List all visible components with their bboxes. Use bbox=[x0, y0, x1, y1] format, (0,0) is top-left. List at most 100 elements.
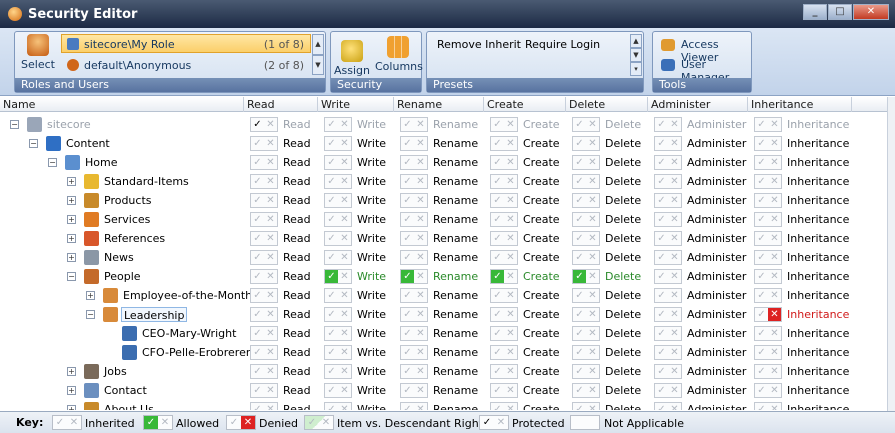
deny-toggle[interactable]: ✕ bbox=[586, 251, 599, 264]
permission-toggle[interactable]: ✓ ✕ bbox=[490, 155, 518, 170]
deny-toggle[interactable]: ✕ bbox=[504, 137, 517, 150]
deny-toggle[interactable]: ✕ bbox=[668, 175, 681, 188]
deny-toggle[interactable]: ✕ bbox=[668, 403, 681, 410]
permission-toggle[interactable]: ✓ ✕ bbox=[400, 250, 428, 265]
deny-toggle[interactable]: ✕ bbox=[586, 365, 599, 378]
deny-toggle[interactable]: ✕ bbox=[586, 403, 599, 410]
permission-toggle[interactable]: ✓ ✕ bbox=[490, 269, 518, 284]
columns-button[interactable]: Columns bbox=[375, 36, 423, 73]
allow-toggle[interactable]: ✓ bbox=[655, 308, 668, 321]
deny-toggle[interactable]: ✕ bbox=[586, 384, 599, 397]
permission-toggle[interactable]: ✓ ✕ bbox=[250, 193, 278, 208]
permission-toggle[interactable]: ✓ ✕ bbox=[654, 383, 682, 398]
allow-toggle[interactable]: ✓ bbox=[251, 251, 264, 264]
allow-toggle[interactable]: ✓ bbox=[251, 346, 264, 359]
permission-toggle[interactable]: ✓ ✕ bbox=[490, 136, 518, 151]
deny-toggle[interactable]: ✕ bbox=[668, 213, 681, 226]
allow-toggle[interactable]: ✓ bbox=[251, 403, 264, 410]
minimize-button[interactable]: _ bbox=[803, 4, 827, 20]
permission-toggle[interactable]: ✓ ✕ bbox=[400, 155, 428, 170]
permission-toggle[interactable]: ✓ ✕ bbox=[654, 288, 682, 303]
permission-toggle[interactable]: ✓ ✕ bbox=[572, 383, 600, 398]
permission-toggle[interactable]: ✓ ✕ bbox=[324, 250, 352, 265]
deny-toggle[interactable]: ✕ bbox=[338, 213, 351, 226]
allow-toggle[interactable]: ✓ bbox=[251, 232, 264, 245]
allow-toggle[interactable]: ✓ bbox=[655, 118, 668, 131]
permission-toggle[interactable]: ✓ ✕ bbox=[490, 307, 518, 322]
expand-icon[interactable]: + bbox=[67, 234, 76, 243]
allow-toggle[interactable]: ✓ bbox=[573, 118, 586, 131]
col-create[interactable]: Create bbox=[484, 97, 566, 112]
allow-toggle[interactable]: ✓ bbox=[401, 327, 414, 340]
allow-toggle[interactable]: ✓ bbox=[491, 346, 504, 359]
deny-toggle[interactable]: ✕ bbox=[586, 346, 599, 359]
permission-toggle[interactable]: ✓ ✕ bbox=[250, 402, 278, 410]
collapse-icon[interactable]: − bbox=[48, 158, 57, 167]
permission-toggle[interactable]: ✓ ✕ bbox=[572, 231, 600, 246]
expand-icon[interactable]: + bbox=[67, 215, 76, 224]
permission-toggle[interactable]: ✓ ✕ bbox=[324, 136, 352, 151]
tree-row[interactable]: + References ✓ ✕ Read ✓ ✕ Write ✓ ✕ Rename ✓ ✕ Create… bbox=[0, 229, 887, 248]
allow-toggle[interactable]: ✓ bbox=[655, 156, 668, 169]
permission-toggle[interactable]: ✓ ✕ bbox=[250, 212, 278, 227]
allow-toggle[interactable]: ✓ bbox=[655, 365, 668, 378]
collapse-icon[interactable]: − bbox=[10, 120, 19, 129]
remove-inherit-preset[interactable]: Remove Inherit bbox=[437, 38, 521, 51]
deny-toggle[interactable]: ✕ bbox=[264, 289, 277, 302]
permission-toggle[interactable]: ✓ ✕ bbox=[490, 174, 518, 189]
expand-icon[interactable]: + bbox=[67, 405, 76, 410]
col-inheritance[interactable]: Inheritance bbox=[748, 97, 852, 112]
permission-toggle[interactable]: ✓ ✕ bbox=[572, 212, 600, 227]
allow-toggle[interactable]: ✓ bbox=[655, 327, 668, 340]
permission-toggle[interactable]: ✓ ✕ bbox=[324, 345, 352, 360]
allow-toggle[interactable]: ✓ bbox=[755, 194, 768, 207]
tree-row[interactable]: − Home ✓ ✕ Read ✓ ✕ Write ✓ ✕ Rename ✓ ✕ Create ✓ ✕ Dele… bbox=[0, 153, 887, 172]
allow-toggle[interactable]: ✓ bbox=[573, 365, 586, 378]
permission-toggle[interactable]: ✓ ✕ bbox=[490, 345, 518, 360]
deny-toggle[interactable]: ✕ bbox=[264, 137, 277, 150]
allow-toggle[interactable]: ✓ bbox=[251, 137, 264, 150]
tree-row[interactable]: − sitecore ✓ ✕ Read ✓ ✕ Write ✓ ✕ Rename ✓ ✕ Create ✓ ✕… bbox=[0, 115, 887, 134]
permission-toggle[interactable]: ✓ ✕ bbox=[400, 345, 428, 360]
allow-toggle[interactable]: ✓ bbox=[573, 384, 586, 397]
user-scroll-down-button[interactable]: ▼ bbox=[312, 55, 324, 75]
deny-toggle[interactable]: ✕ bbox=[768, 308, 781, 321]
deny-toggle[interactable]: ✕ bbox=[338, 270, 351, 283]
deny-toggle[interactable]: ✕ bbox=[414, 365, 427, 378]
deny-toggle[interactable]: ✕ bbox=[768, 365, 781, 378]
deny-toggle[interactable]: ✕ bbox=[264, 346, 277, 359]
allow-toggle[interactable]: ✓ bbox=[401, 346, 414, 359]
permission-toggle[interactable]: ✓ ✕ bbox=[400, 174, 428, 189]
expand-icon[interactable]: + bbox=[67, 196, 76, 205]
allow-toggle[interactable]: ✓ bbox=[655, 232, 668, 245]
allow-toggle[interactable]: ✓ bbox=[573, 156, 586, 169]
allow-toggle[interactable]: ✓ bbox=[491, 289, 504, 302]
permission-toggle[interactable]: ✓ ✕ bbox=[572, 364, 600, 379]
permission-toggle[interactable]: ✓ ✕ bbox=[400, 269, 428, 284]
deny-toggle[interactable]: ✕ bbox=[504, 175, 517, 188]
allow-toggle[interactable]: ✓ bbox=[491, 365, 504, 378]
deny-toggle[interactable]: ✕ bbox=[768, 327, 781, 340]
allow-toggle[interactable]: ✓ bbox=[573, 270, 586, 283]
deny-toggle[interactable]: ✕ bbox=[414, 346, 427, 359]
allow-toggle[interactable]: ✓ bbox=[325, 270, 338, 283]
select-button[interactable]: Select bbox=[19, 34, 57, 71]
allow-toggle[interactable]: ✓ bbox=[755, 270, 768, 283]
expand-icon[interactable]: + bbox=[86, 291, 95, 300]
permission-toggle[interactable]: ✓ ✕ bbox=[400, 383, 428, 398]
permission-toggle[interactable]: ✓ ✕ bbox=[572, 174, 600, 189]
user-scroll-up-button[interactable]: ▲ bbox=[312, 34, 324, 55]
tree-row[interactable]: − Leadership ✓ ✕ Read ✓ ✕ Write ✓ ✕ Rename ✓ ✕ Create… bbox=[0, 305, 887, 324]
permission-toggle[interactable]: ✓ ✕ bbox=[572, 250, 600, 265]
deny-toggle[interactable]: ✕ bbox=[668, 232, 681, 245]
deny-toggle[interactable]: ✕ bbox=[264, 232, 277, 245]
permission-toggle[interactable]: ✓ ✕ bbox=[654, 364, 682, 379]
permission-toggle[interactable]: ✓ ✕ bbox=[250, 326, 278, 341]
allow-toggle[interactable]: ✓ bbox=[573, 194, 586, 207]
permission-toggle[interactable]: ✓ ✕ bbox=[490, 364, 518, 379]
allow-toggle[interactable]: ✓ bbox=[491, 384, 504, 397]
deny-toggle[interactable]: ✕ bbox=[504, 156, 517, 169]
permission-toggle[interactable]: ✓ ✕ bbox=[654, 136, 682, 151]
allow-toggle[interactable]: ✓ bbox=[401, 384, 414, 397]
deny-toggle[interactable]: ✕ bbox=[338, 289, 351, 302]
